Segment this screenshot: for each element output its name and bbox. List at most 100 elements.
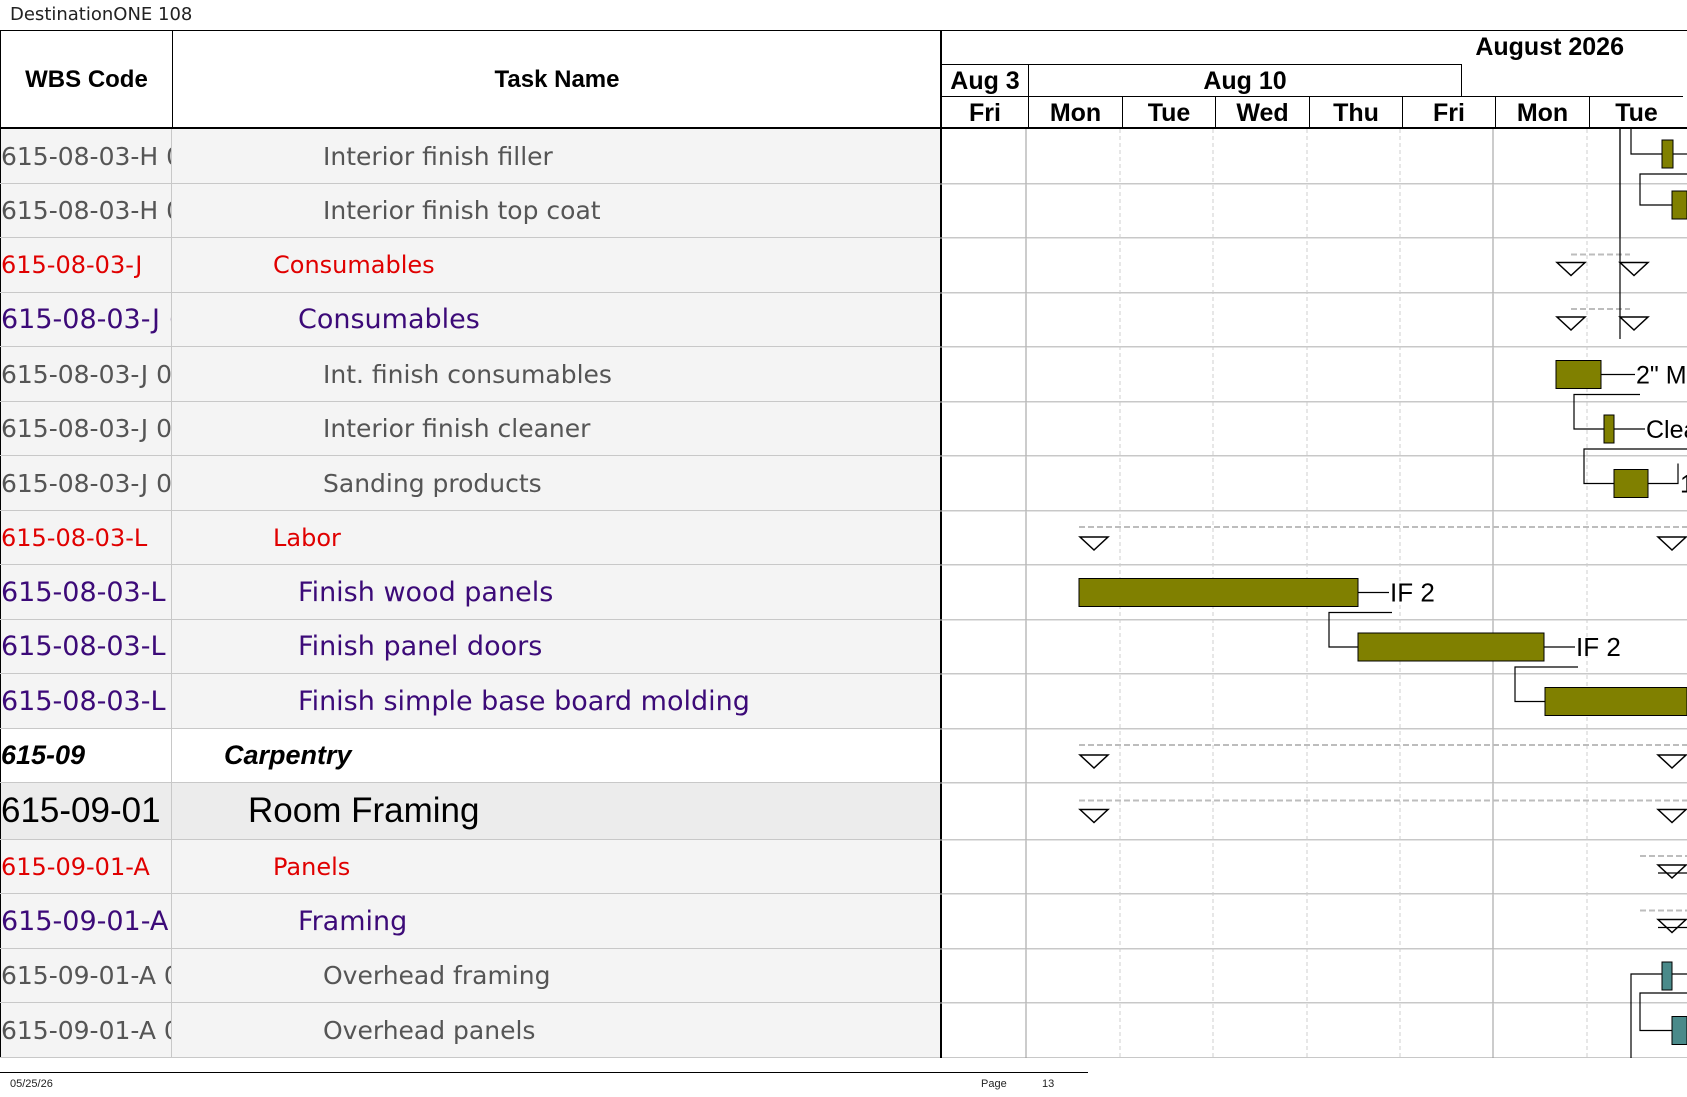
task-name-cell: Framing [172, 894, 940, 948]
summary-end-marker [1656, 918, 1687, 934]
task-name-text: Consumables [273, 251, 435, 279]
task-name-text: Overhead panels [323, 1015, 536, 1045]
task-name-cell: Consumables [172, 293, 940, 346]
task-name-text: Panels [273, 852, 351, 881]
day-label: Fri [1402, 96, 1495, 128]
wbs-code-cell: 615-09-01-A 0 [0, 1003, 172, 1057]
task-name-cell: Interior finish filler [172, 129, 940, 183]
task-name-text: Finish simple base board molding [298, 685, 750, 717]
summary-end-marker [1656, 754, 1687, 770]
summary-end-marker [1618, 316, 1650, 332]
footer-page-number: 13 [1042, 1078, 1055, 1090]
task-name-text: Int. finish consumables [323, 359, 612, 389]
task-name-text: Finish wood panels [298, 576, 554, 608]
wbs-code-cell: 615-08-03-J 01 [0, 402, 172, 455]
summary-start-marker [1078, 536, 1110, 552]
task-name-text: Interior finish cleaner [323, 414, 591, 443]
day-label: Tue [1589, 96, 1683, 128]
wbs-code-cell: 615-08-03-J [0, 238, 172, 292]
month-label: August 2026 [1475, 33, 1624, 61]
bar-label: IF 2 [1390, 578, 1435, 608]
task-name-text: Interior finish top coat [323, 196, 601, 225]
task-bar [1544, 687, 1687, 716]
task-name-cell: Overhead framing [172, 949, 940, 1002]
task-name-cell: Overhead panels [172, 1003, 940, 1057]
task-name-cell: Panels [172, 840, 940, 893]
timeline-header: August 2026 Aug 3 Aug 10 Fri Mon Tue Wed… [940, 30, 1687, 129]
task-name-cell: Consumables [172, 238, 940, 292]
bar-label: 2" M [1636, 362, 1687, 390]
wbs-code-cell: 615-08-03-J 01 [0, 347, 172, 401]
task-bar [1671, 1016, 1687, 1045]
task-name-cell: Room Framing [172, 783, 940, 839]
task-name-text: Room Framing [248, 791, 480, 830]
task-bar [1613, 469, 1649, 498]
day-label: Tue [1122, 96, 1215, 128]
task-name-cell: Finish wood panels [172, 565, 940, 619]
task-name-cell: Finish simple base board molding [172, 674, 940, 728]
wbs-code-header[interactable]: WBS Code [1, 31, 173, 128]
day-label: Fri [942, 96, 1028, 128]
wbs-code-cell: 615-08-03-L ( [0, 620, 172, 673]
task-name-header[interactable]: Task Name [173, 31, 941, 128]
summary-end-marker [1618, 261, 1650, 277]
dependency-link [1648, 463, 1679, 485]
footer-page-label: Page [981, 1078, 1007, 1090]
gantt-table: WBS Code Task Name August 2026 Aug 3 Aug… [0, 30, 1687, 1058]
week-label-aug-10: Aug 10 [1028, 64, 1462, 96]
task-name-text: Carpentry [224, 740, 352, 770]
day-label: Wed [1215, 96, 1309, 128]
wbs-code-cell: 615-09-01-A ( [0, 894, 172, 948]
wbs-code-cell: 615-08-03-H 0 [0, 129, 172, 183]
task-name-cell: Int. finish consumables [172, 347, 940, 401]
summary-start-marker [1555, 261, 1587, 277]
task-name-cell: Finish panel doors [172, 620, 940, 673]
task-name-cell: Sanding products [172, 456, 940, 510]
wbs-code-cell: 615-09-01-A [0, 840, 172, 893]
task-bar [1078, 578, 1359, 607]
summary-end-marker [1656, 536, 1687, 552]
day-label: Mon [1028, 96, 1122, 128]
task-name-text: Framing [298, 905, 408, 937]
summary-start-marker [1078, 808, 1110, 824]
wbs-code-cell: 615-08-03-L ( [0, 674, 172, 728]
task-name-cell: Labor [172, 511, 940, 564]
task-name-text: Labor [273, 523, 341, 552]
wbs-code-cell: 615-09-01 [0, 783, 172, 839]
task-name-cell: Interior finish cleaner [172, 402, 940, 455]
document-title: DestinationONE 108 [10, 4, 193, 25]
task-name-cell: Carpentry [172, 729, 940, 782]
task-bar [1671, 190, 1687, 220]
day-label: Mon [1495, 96, 1589, 128]
wbs-code-cell: 615-08-03-L ( [0, 565, 172, 619]
summary-end-marker [1656, 808, 1687, 824]
week-label-aug-3: Aug 3 [942, 64, 1028, 96]
task-name-text: Overhead framing [323, 961, 551, 990]
task-name-cell: Interior finish top coat [172, 184, 940, 237]
summary-start-marker [1078, 754, 1110, 770]
task-bar [1603, 414, 1615, 444]
wbs-code-cell: 615-08-03-J ( [0, 293, 172, 346]
day-label: Thu [1309, 96, 1402, 128]
bar-label: IF 2 [1576, 632, 1621, 662]
footer-divider [0, 1072, 1088, 1073]
task-bar [1661, 961, 1673, 991]
task-bar [1555, 360, 1602, 389]
summary-end-marker [1656, 864, 1687, 880]
wbs-code-cell: 615-08-03-H 0 [0, 184, 172, 237]
wbs-code-cell: 615-08-03-L [0, 511, 172, 564]
task-name-text: Consumables [298, 304, 480, 335]
wbs-code-cell: 615-09-01-A 0 [0, 949, 172, 1002]
summary-start-marker [1555, 316, 1587, 332]
bar-label: Clea [1646, 416, 1687, 444]
bar-label: 1 [1680, 471, 1687, 499]
task-name-text: Interior finish filler [323, 141, 553, 171]
task-bar [1357, 632, 1545, 662]
wbs-code-cell: 615-08-03-J 01 [0, 456, 172, 510]
gantt-chart: 2" M Clea 1 IF 2 IF 2 [940, 129, 1687, 1058]
task-name-text: Sanding products [323, 468, 542, 498]
task-bar [1661, 139, 1674, 169]
task-name-text: Finish panel doors [298, 631, 543, 662]
footer-date: 05/25/26 [10, 1078, 53, 1090]
dependency-link [1630, 129, 1662, 155]
